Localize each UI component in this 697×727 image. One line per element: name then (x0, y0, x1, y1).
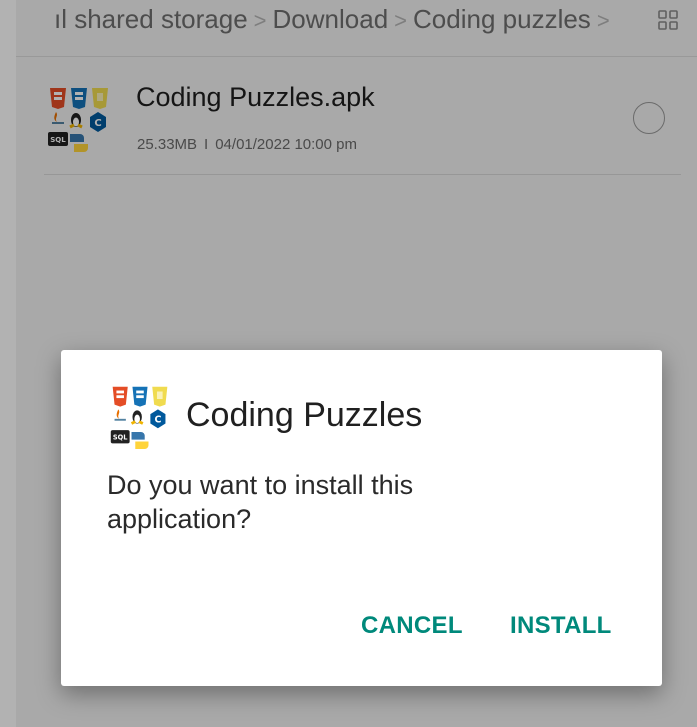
cancel-button[interactable]: CANCEL (361, 612, 463, 640)
dialog-message: Do you want to install this application? (107, 470, 414, 534)
svg-text:C: C (154, 415, 161, 426)
install-dialog: C SQL Coding Puzzles Do you want to inst… (61, 350, 662, 686)
svg-text:SQL: SQL (113, 434, 128, 442)
dialog-title: Coding Puzzles (186, 396, 423, 434)
app-icon: C SQL (110, 386, 168, 449)
install-button[interactable]: INSTALL (510, 612, 612, 640)
